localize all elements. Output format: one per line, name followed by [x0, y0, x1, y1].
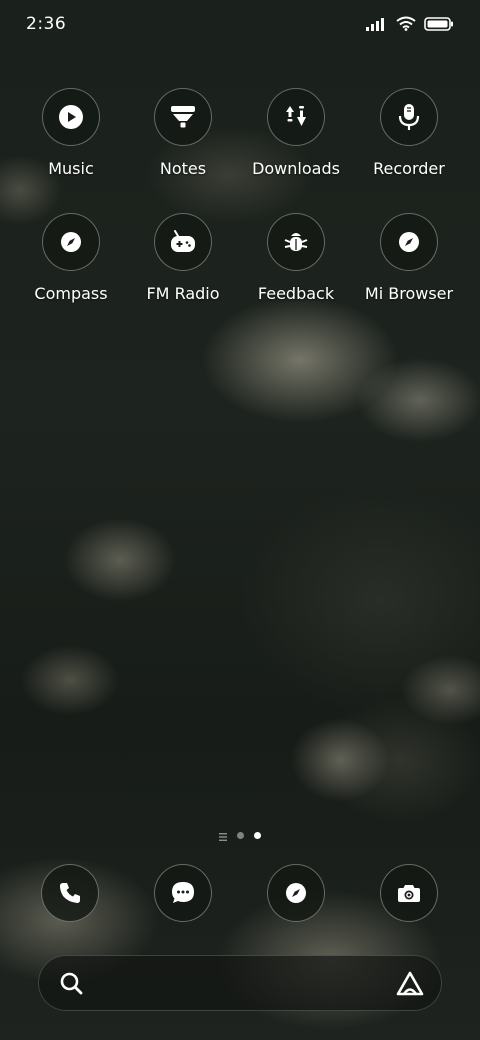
app-feedback[interactable]: Feedback [241, 213, 351, 303]
app-label: Music [48, 159, 94, 178]
search-icon[interactable] [59, 971, 85, 1001]
app-downloads[interactable]: Downloads [241, 88, 351, 178]
dock-camera[interactable] [380, 864, 438, 922]
dock-messages[interactable] [154, 864, 212, 922]
compass-icon [267, 864, 325, 922]
app-label: FM Radio [146, 284, 220, 303]
app-label: Mi Browser [364, 284, 454, 303]
signal-icon [366, 16, 388, 35]
app-label: Recorder [373, 159, 445, 178]
app-mi-browser[interactable]: Mi Browser [354, 213, 464, 303]
bug-icon [267, 213, 325, 271]
app-label: Feedback [257, 284, 335, 303]
app-compass[interactable]: Compass [16, 213, 126, 303]
dock-phone[interactable] [41, 864, 99, 922]
page-indicator[interactable] [0, 829, 480, 841]
app-row-2: Compass FM Radio Feedback Mi Browser [0, 213, 480, 338]
app-label: Notes [159, 159, 207, 178]
battery-icon [424, 16, 454, 35]
menu-lines-icon [219, 826, 227, 845]
page-dot-active [254, 831, 261, 839]
notes-funnel-icon [154, 88, 212, 146]
play-icon [42, 88, 100, 146]
app-music[interactable]: Music [16, 88, 126, 178]
radio-gamepad-icon [154, 213, 212, 271]
page-dot [237, 831, 244, 839]
app-fm-radio[interactable]: FM Radio [128, 213, 238, 303]
compass-icon [42, 213, 100, 271]
app-recorder[interactable]: Recorder [354, 88, 464, 178]
camera-icon [380, 864, 438, 922]
microphone-icon [380, 88, 438, 146]
dock [0, 864, 480, 924]
status-time: 2:36 [26, 14, 67, 34]
app-row-1: Music Notes Downloads Recorder [0, 88, 480, 213]
status-bar: 2:36 [0, 0, 480, 52]
assistant-icon[interactable] [395, 970, 425, 1002]
dock-browser[interactable] [267, 864, 325, 922]
compass-icon [380, 213, 438, 271]
home-screen: 2:36 Music Notes Downloads Recorder Comp… [0, 0, 480, 1040]
search-bar[interactable] [38, 955, 442, 1011]
message-icon [154, 864, 212, 922]
wifi-icon [396, 16, 416, 35]
download-arrows-icon [267, 88, 325, 146]
app-notes[interactable]: Notes [128, 88, 238, 178]
app-label: Downloads [252, 159, 340, 178]
app-label: Compass [34, 284, 108, 303]
app-grid: Music Notes Downloads Recorder Compass F… [0, 88, 480, 338]
status-icons [366, 16, 454, 35]
phone-icon [41, 864, 99, 922]
